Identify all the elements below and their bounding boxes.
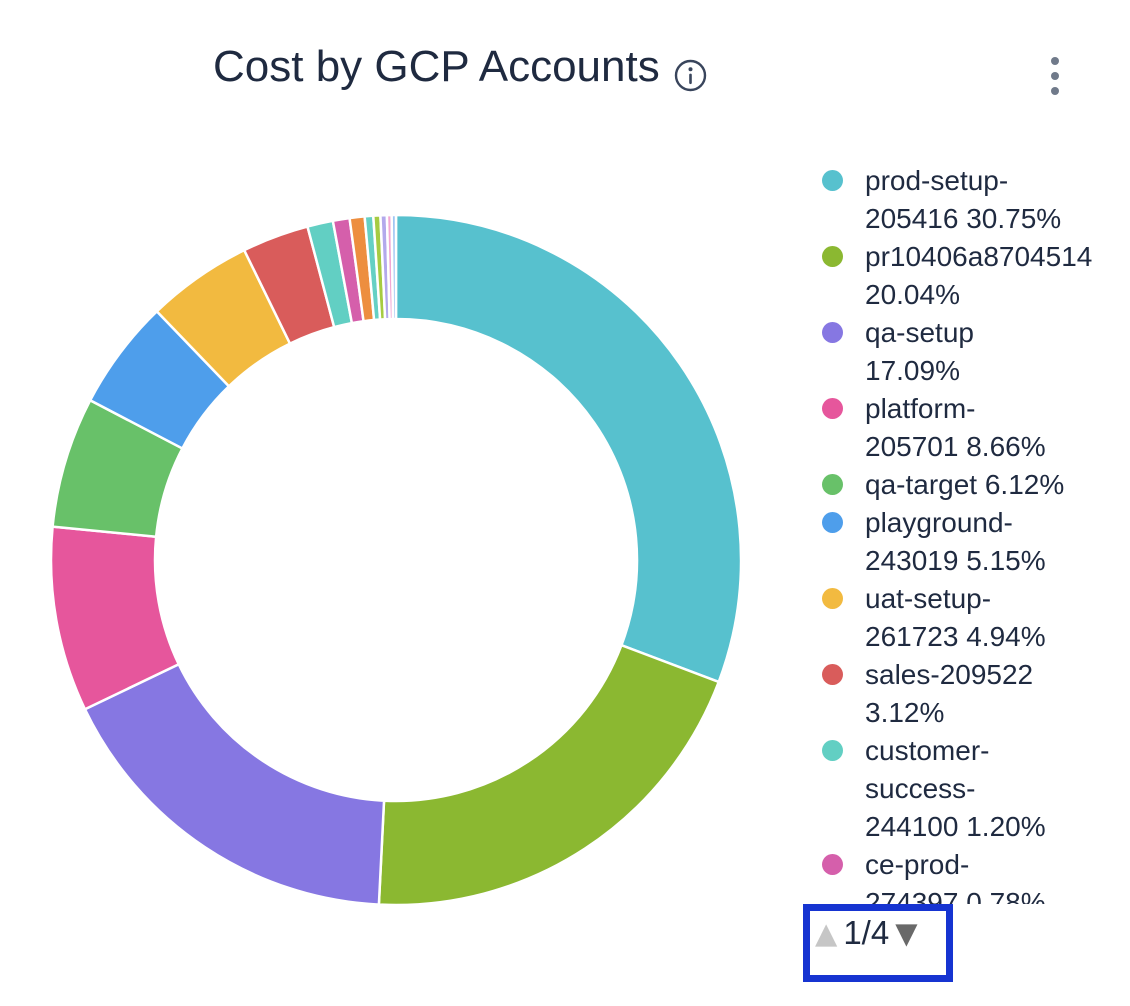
legend-color-dot [822,512,843,533]
donut-segment[interactable] [396,215,741,682]
legend-item[interactable]: pr10406a8704514 20.04% [822,238,1128,314]
legend-page-indicator: 1/4 [843,913,889,953]
chart-widget: Cost by GCP Accounts prod-setup- 205416 … [0,0,1130,1006]
legend-item-label: customer- success- 244100 1.20% [865,732,1128,846]
legend-next-button[interactable]: ▼ [895,913,917,953]
legend-prev-button[interactable]: ▲ [815,913,837,953]
legend-item[interactable]: qa-setup 17.09% [822,314,1128,390]
legend-item[interactable]: uat-setup- 261723 4.94% [822,580,1128,656]
legend-item[interactable]: platform- 205701 8.66% [822,390,1128,466]
legend: prod-setup- 205416 30.75%pr10406a8704514… [822,162,1128,904]
legend-color-dot [822,588,843,609]
legend-pagination: ▲ 1/4 ▼ [803,904,953,982]
legend-color-dot [822,474,843,495]
legend-item[interactable]: sales-209522 3.12% [822,656,1128,732]
legend-item-label: qa-setup 17.09% [865,314,1128,390]
legend-item[interactable]: playground- 243019 5.15% [822,504,1128,580]
legend-item[interactable]: prod-setup- 205416 30.75% [822,162,1128,238]
legend-item-label: playground- 243019 5.15% [865,504,1128,580]
legend-color-dot [822,740,843,761]
legend-item-label: platform- 205701 8.66% [865,390,1128,466]
donut-segment[interactable] [379,645,719,905]
legend-item[interactable]: ce-prod- 274397 0.78% [822,846,1128,904]
legend-item-label: sales-209522 3.12% [865,656,1128,732]
legend-item-label: uat-setup- 261723 4.94% [865,580,1128,656]
legend-item-label: qa-target 6.12% [865,466,1128,504]
legend-item[interactable]: customer- success- 244100 1.20% [822,732,1128,846]
legend-item-label: prod-setup- 205416 30.75% [865,162,1128,238]
legend-item-label: ce-prod- 274397 0.78% [865,846,1128,904]
legend-color-dot [822,322,843,343]
legend-color-dot [822,246,843,267]
donut-segment[interactable] [85,664,384,904]
legend-color-dot [822,398,843,419]
legend-item[interactable]: qa-target 6.12% [822,466,1128,504]
legend-item-label: pr10406a8704514 20.04% [865,238,1128,314]
legend-color-dot [822,170,843,191]
legend-color-dot [822,854,843,875]
donut-segment[interactable] [392,215,396,319]
legend-color-dot [822,664,843,685]
